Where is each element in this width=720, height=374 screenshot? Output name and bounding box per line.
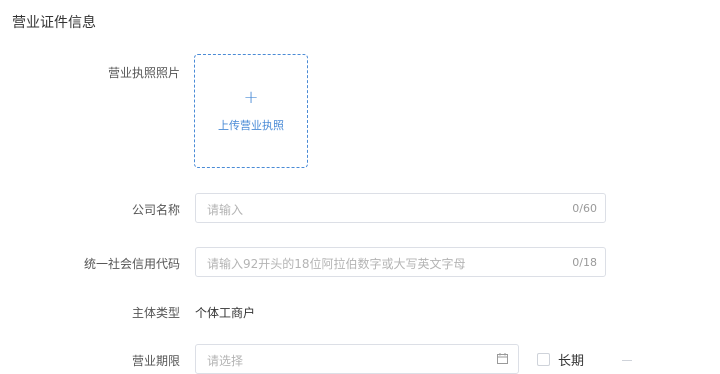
credit-code-label: 统一社会信用代码 — [83, 257, 180, 271]
credit-code-input[interactable]: 请输入92开头的18位阿拉伯数字或大写英文字母 0/18 — [195, 247, 606, 277]
long-term-checkbox[interactable] — [537, 353, 550, 366]
long-term-label[interactable]: 长期 — [558, 350, 584, 369]
credit-code-placeholder: 请输入92开头的18位阿拉伯数字或大写英文字母 — [207, 257, 466, 271]
company-name-input[interactable]: 请输入 0/60 — [195, 193, 606, 223]
divider-dash — [622, 360, 632, 361]
plus-icon: + — [243, 87, 259, 108]
company-name-placeholder: 请输入 — [207, 203, 244, 217]
credit-code-counter: 0/18 — [572, 256, 597, 269]
business-term-label: 营业期限 — [131, 354, 180, 368]
calendar-icon — [497, 353, 508, 364]
company-name-counter: 0/60 — [572, 202, 597, 215]
license-photo-label: 营业执照照片 — [107, 66, 180, 80]
business-term-placeholder: 请选择 — [207, 354, 244, 368]
section-title: 营业证件信息 — [12, 15, 96, 31]
company-name-label: 公司名称 — [131, 203, 180, 217]
entity-type-value: 个体工商户 — [195, 306, 256, 320]
license-upload-box[interactable]: + 上传营业执照 — [194, 54, 308, 168]
business-term-date-picker[interactable]: 请选择 — [195, 344, 519, 374]
entity-type-label: 主体类型 — [131, 306, 180, 320]
upload-license-text: 上传营业执照 — [218, 119, 284, 132]
